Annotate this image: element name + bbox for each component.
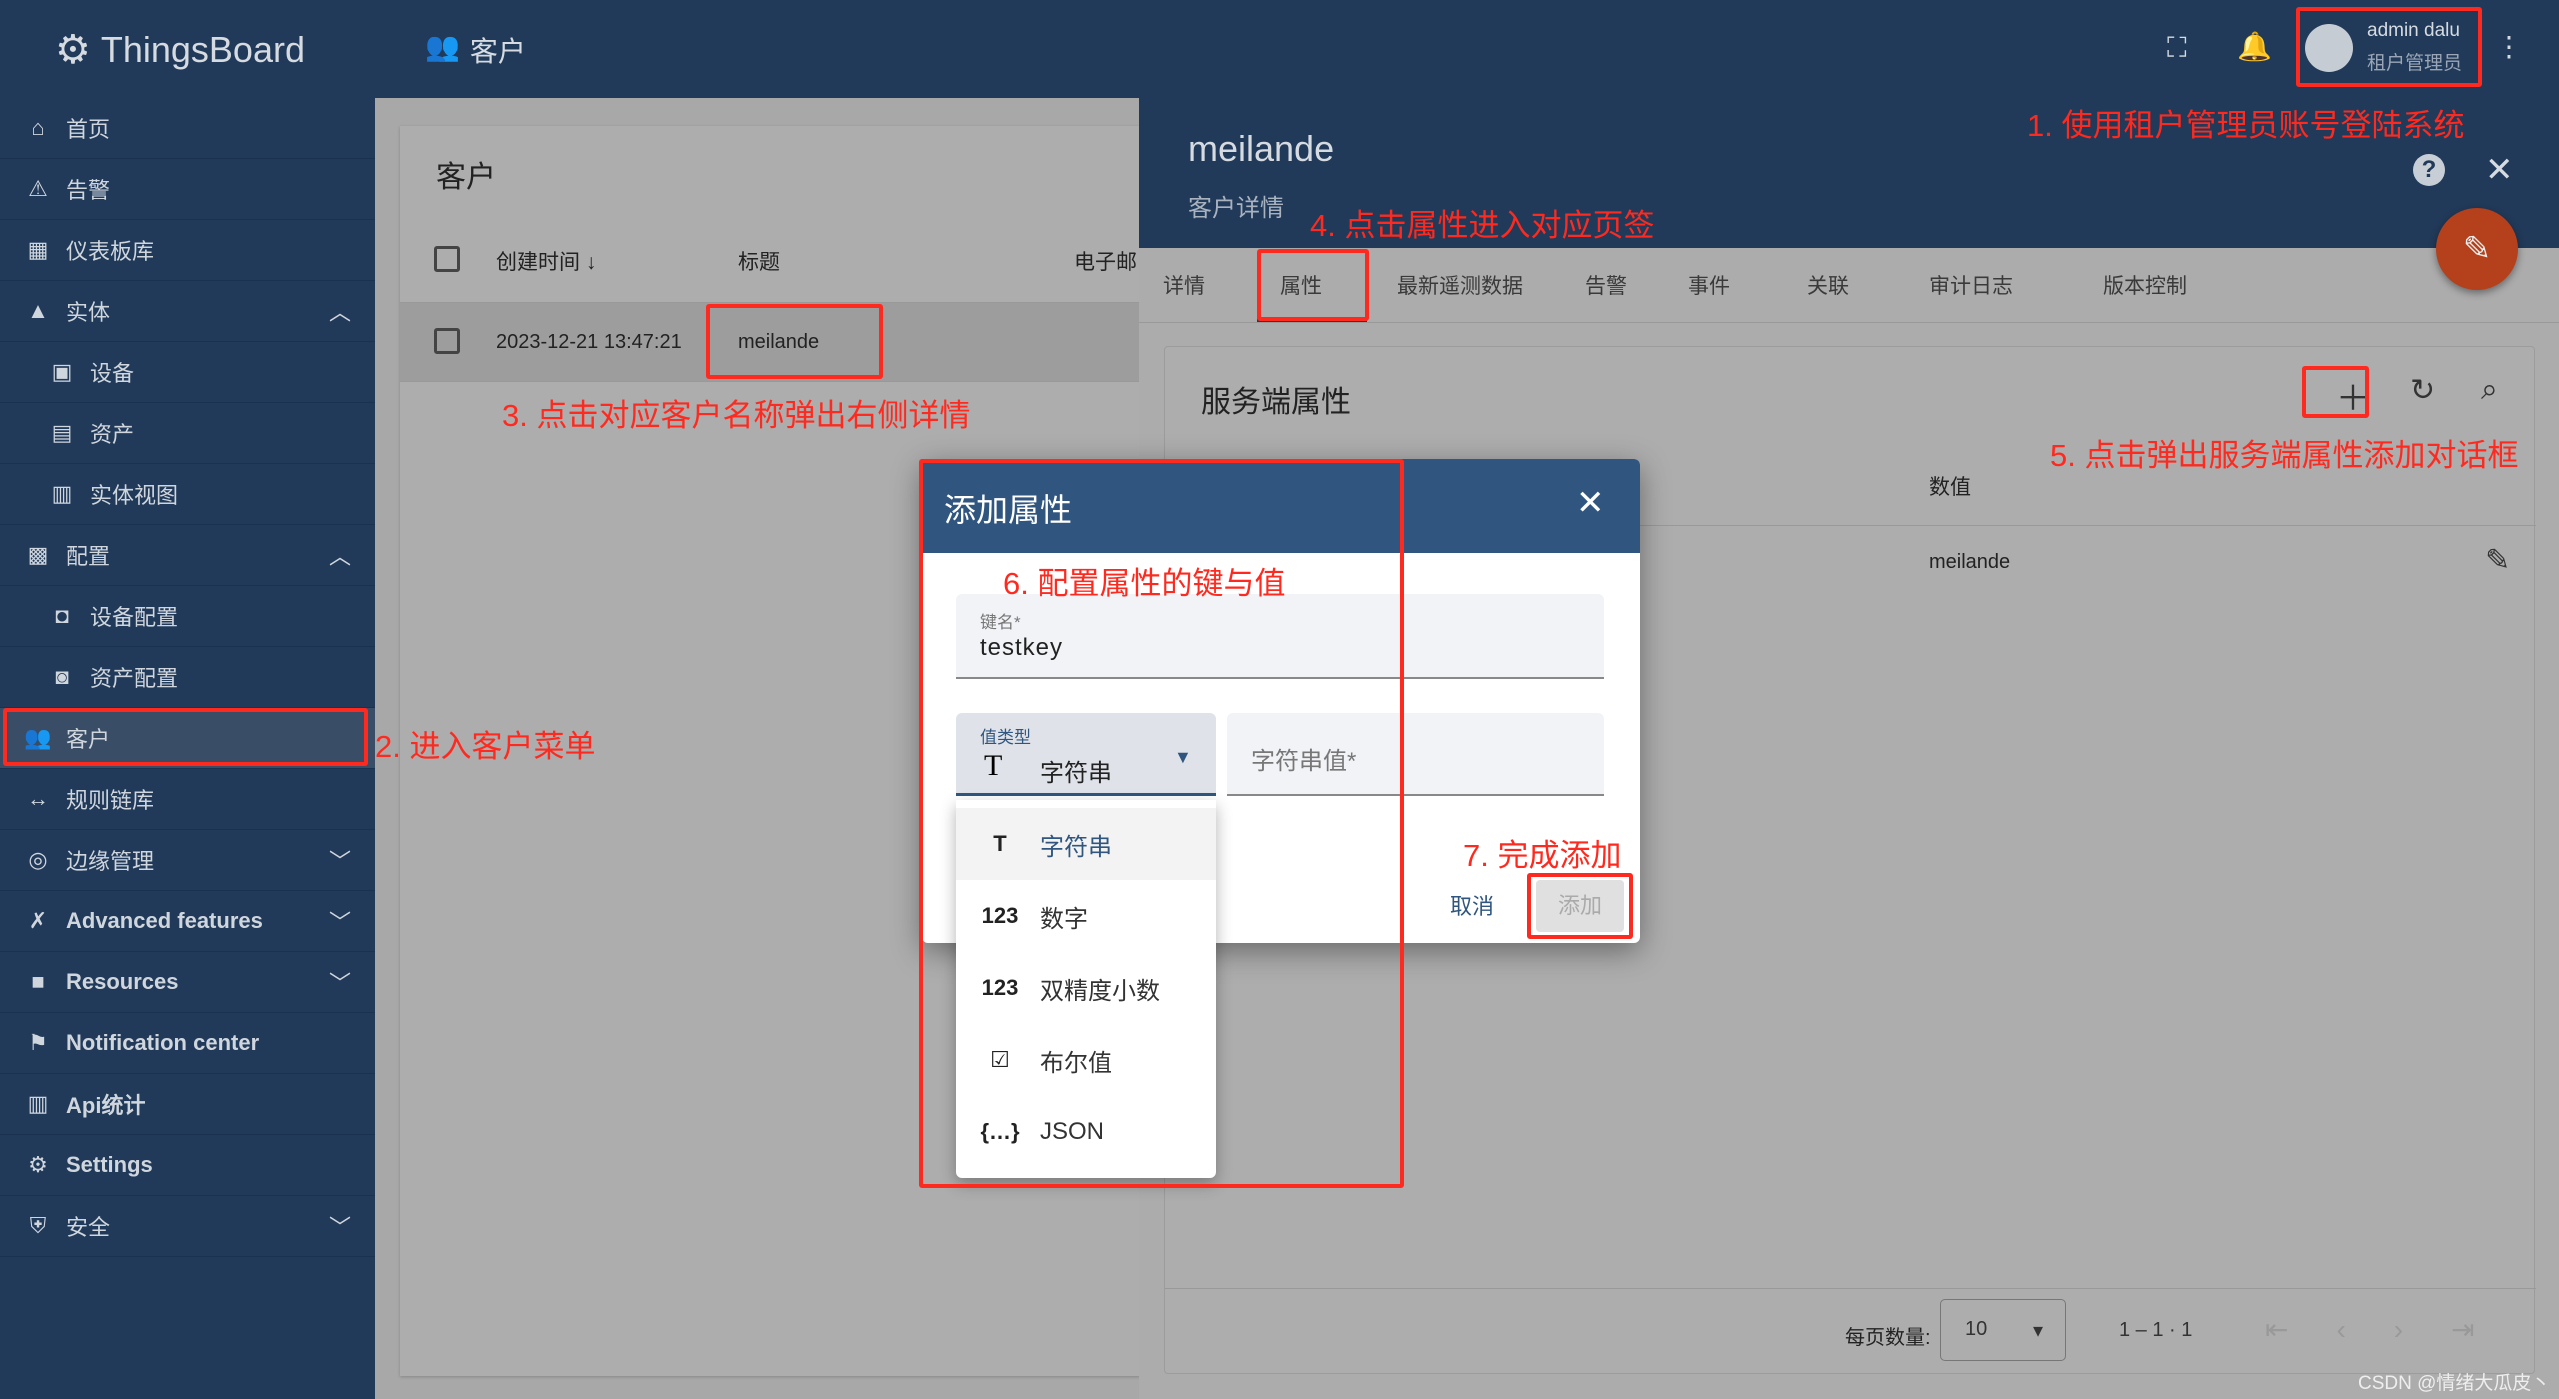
- sidebar-item-shield[interactable]: ⛨ 安全 ﹀: [0, 1196, 375, 1257]
- annotation-box-add-button: [1527, 873, 1633, 939]
- close-icon[interactable]: ✕: [2485, 150, 2514, 190]
- fullscreen-icon[interactable]: ⛶: [2167, 32, 2187, 65]
- annotation-box-sidebar: [3, 708, 368, 766]
- annotation-5: 5. 点击弹出服务端属性添加对话框: [2050, 438, 2519, 473]
- chevron-up-icon: ︿: [328, 300, 351, 325]
- chevron-down-icon: ﹀: [328, 1215, 351, 1240]
- thingsboard-logo-icon: ⚙: [55, 28, 91, 72]
- top-bar: 👥 客户 ⛶ 🔔 admin dalu 租户管理员 ⋮: [375, 0, 2559, 98]
- page-range: 1 – 1 · 1: [2119, 1319, 2193, 1341]
- attribute-value: meilande: [1929, 551, 2011, 573]
- column-title[interactable]: 标题: [738, 246, 780, 276]
- sidebar-item-rule-chain[interactable]: ↔ 规则链库: [0, 769, 375, 830]
- annotation-2: 2. 进入客户菜单: [375, 729, 596, 764]
- sidebar-item-folder[interactable]: ■ Resources ﹀: [0, 952, 375, 1013]
- cancel-button[interactable]: 取消: [1450, 889, 1494, 921]
- sidebar-item-tools[interactable]: ✗ Advanced features ﹀: [0, 891, 375, 952]
- sidebar-item-asset[interactable]: ▤ 资产: [0, 403, 375, 464]
- entity-icon: ▲: [27, 298, 49, 323]
- device-profile-icon: ◘: [55, 603, 69, 628]
- tab-0[interactable]: 详情: [1163, 270, 1205, 300]
- sidebar: ⚙ ThingsBoard ⌂ 首页 ⚠ 告警 ▦ 仪表板库 ▲ 实体 ︿ ▣ 设备 ▤ 资产 ▥ 实体视图 ▩…: [0, 0, 375, 1399]
- edit-fab-button[interactable]: ✎: [2436, 208, 2518, 290]
- sidebar-item-edge[interactable]: ◎ 边缘管理 ﹀: [0, 830, 375, 891]
- sidebar-item-asset-profile[interactable]: ◙ 资产配置: [0, 647, 375, 708]
- chevron-down-icon: ﹀: [328, 910, 351, 935]
- tab-3[interactable]: 告警: [1585, 270, 1627, 300]
- asset-icon: ▤: [51, 420, 73, 445]
- annotation-1: 1. 使用租户管理员账号登陆系统: [2027, 108, 2465, 143]
- notification-icon: ⚑: [28, 1030, 48, 1055]
- tools-icon: ✗: [28, 908, 48, 933]
- entity-view-icon: ▥: [51, 481, 73, 506]
- annotation-3: 3. 点击对应客户名称弹出右侧详情: [502, 398, 971, 433]
- sidebar-item-device[interactable]: ▣ 设备: [0, 342, 375, 403]
- column-value: 数值: [1929, 476, 1971, 499]
- profile-icon: ▩: [27, 542, 49, 567]
- watermark: CSDN @情绪大瓜皮丶: [2358, 1373, 2551, 1394]
- page-title: 👥 客户: [425, 30, 526, 70]
- tab-2[interactable]: 最新遥测数据: [1397, 270, 1523, 300]
- customers-icon: 👥: [425, 31, 460, 62]
- more-vert-icon[interactable]: ⋮: [2495, 30, 2523, 63]
- annotation-box-customer: [706, 304, 883, 379]
- bell-icon[interactable]: 🔔: [2237, 30, 2272, 63]
- annotation-box-user: [2296, 7, 2482, 87]
- device-icon: ▣: [51, 359, 73, 384]
- annotation-7: 7. 完成添加: [1463, 838, 1622, 873]
- dialog-close-icon[interactable]: ✕: [1576, 483, 1605, 523]
- rule-chain-icon: ↔: [27, 786, 49, 811]
- refresh-icon[interactable]: ↻: [2410, 373, 2435, 408]
- asset-profile-icon: ◙: [55, 664, 69, 689]
- sidebar-item-home[interactable]: ⌂ 首页: [0, 98, 375, 159]
- page-size-select[interactable]: 10 ▾: [1940, 1299, 2066, 1361]
- sidebar-item-dashboard[interactable]: ▦ 仪表板库: [0, 220, 375, 281]
- warning-icon: ⚠: [28, 176, 48, 201]
- details-title: meilande: [1188, 128, 1335, 169]
- edge-icon: ◎: [28, 847, 48, 872]
- select-all-checkbox[interactable]: [434, 246, 460, 272]
- edit-icon[interactable]: ✎: [2485, 543, 2510, 578]
- sidebar-item-warning[interactable]: ⚠ 告警: [0, 159, 375, 220]
- dashboard-icon: ▦: [27, 237, 49, 262]
- sidebar-item-device-profile[interactable]: ◘ 设备配置: [0, 586, 375, 647]
- chevron-up-icon: ︿: [328, 544, 351, 569]
- sidebar-item-entity-view[interactable]: ▥ 实体视图: [0, 464, 375, 525]
- sidebar-item-profile[interactable]: ▩ 配置 ︿: [0, 525, 375, 586]
- tab-5[interactable]: 关联: [1807, 270, 1849, 300]
- shield-icon: ⛨: [29, 1213, 47, 1238]
- sidebar-item-chart[interactable]: ▥ Api统计: [0, 1074, 375, 1135]
- tab-6[interactable]: 审计日志: [1929, 270, 2013, 300]
- annotation-box-add: [2302, 366, 2369, 418]
- sidebar-item-notification[interactable]: ⚑ Notification center: [0, 1013, 375, 1074]
- logo[interactable]: ⚙ ThingsBoard: [55, 20, 305, 80]
- sidebar-item-gear[interactable]: ⚙ Settings: [0, 1135, 375, 1196]
- tab-7[interactable]: 版本控制: [2103, 270, 2187, 300]
- home-icon: ⌂: [31, 115, 45, 140]
- folder-icon: ■: [31, 969, 45, 994]
- chevron-down-icon: ﹀: [328, 971, 351, 996]
- chart-icon: ▥: [27, 1091, 49, 1116]
- sidebar-item-entity[interactable]: ▲ 实体 ︿: [0, 281, 375, 342]
- column-created-time[interactable]: 创建时间 ↓: [496, 246, 596, 276]
- pagination-buttons[interactable]: ⇤‹›⇥: [2265, 1313, 2523, 1346]
- search-icon[interactable]: ⌕: [2481, 373, 2498, 407]
- column-email[interactable]: 电子邮: [1074, 246, 1137, 276]
- annotation-4: 4. 点击属性进入对应页签: [1310, 208, 1655, 243]
- tab-4[interactable]: 事件: [1688, 270, 1730, 300]
- annotation-6: 6. 配置属性的键与值: [1003, 566, 1286, 601]
- chevron-down-icon: ﹀: [328, 849, 351, 874]
- gear-icon: ⚙: [28, 1152, 48, 1177]
- help-icon[interactable]: ?: [2413, 154, 2445, 186]
- table-title: 客户: [436, 161, 496, 194]
- annotation-box-tab: [1257, 249, 1369, 321]
- row-checkbox[interactable]: [434, 328, 460, 354]
